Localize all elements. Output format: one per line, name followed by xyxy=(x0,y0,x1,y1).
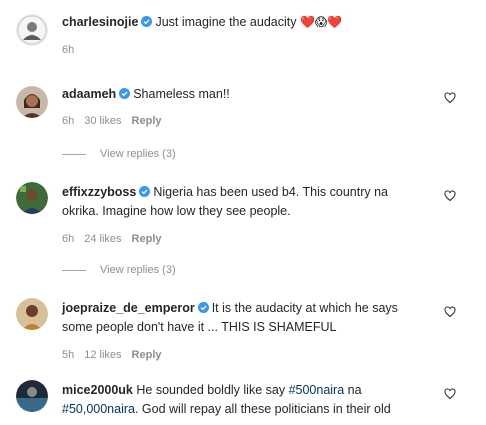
hashtag-link[interactable]: #500naira xyxy=(289,383,345,397)
comment-body: It is the audacity at which he says xyxy=(211,301,398,315)
comment-text: charlesinojie Just imagine the audacity ❤… xyxy=(62,14,342,31)
hashtag-link[interactable]: #50,000naira xyxy=(62,402,135,416)
divider-line xyxy=(62,153,86,155)
comment-body: Just imagine the audacity xyxy=(155,15,297,29)
username[interactable]: joepraize_de_emperor xyxy=(62,301,195,315)
username[interactable]: adaameh xyxy=(62,87,116,101)
timestamp[interactable]: 6h xyxy=(62,44,74,56)
view-replies-label: View replies (3) xyxy=(100,148,176,160)
avatar[interactable] xyxy=(16,86,48,118)
reply-button[interactable]: Reply xyxy=(132,115,162,127)
comment-body: He sounded boldly like say xyxy=(136,383,286,397)
verified-badge-icon xyxy=(141,16,153,27)
emoji: ❤️😱❤️ xyxy=(299,15,343,29)
comment-text: effixzzyboss Nigeria has been used b4. Th… xyxy=(62,184,388,201)
view-replies-button[interactable]: View replies (3) xyxy=(62,264,176,276)
comment-meta: 6h xyxy=(62,44,84,56)
comment-text: joepraize_de_emperor It is the audacity a… xyxy=(62,300,398,317)
view-replies-button[interactable]: View replies (3) xyxy=(62,148,176,160)
comment-body: Shameless man!! xyxy=(133,87,230,101)
likes-count[interactable]: 24 likes xyxy=(84,233,121,245)
comment-meta: 5h 12 likes Reply xyxy=(62,349,172,361)
likes-count[interactable]: 12 likes xyxy=(84,349,121,361)
like-heart-icon[interactable] xyxy=(444,306,456,318)
username[interactable]: mice2000uk xyxy=(62,383,133,397)
timestamp[interactable]: 6h xyxy=(62,233,74,245)
comment-text-line2: okrika. Imagine how low they see people. xyxy=(62,204,291,218)
comment-text: mice2000uk He sounded boldly like say #5… xyxy=(62,382,362,399)
like-heart-icon[interactable] xyxy=(444,388,456,400)
comment-text: adaameh Shameless man!! xyxy=(62,86,230,103)
verified-badge-icon xyxy=(197,302,209,313)
like-heart-icon[interactable] xyxy=(444,190,456,202)
comment-body: Nigeria has been used b4. This country n… xyxy=(153,185,388,199)
timestamp[interactable]: 5h xyxy=(62,349,74,361)
avatar[interactable] xyxy=(16,182,48,214)
reply-button[interactable]: Reply xyxy=(132,349,162,361)
verified-badge-icon xyxy=(119,88,131,99)
username[interactable]: effixzzyboss xyxy=(62,185,136,199)
username[interactable]: charlesinojie xyxy=(62,15,138,29)
like-heart-icon[interactable] xyxy=(444,92,456,104)
divider-line xyxy=(62,269,86,271)
view-replies-label: View replies (3) xyxy=(100,264,176,276)
comment-body-cont: na xyxy=(347,383,362,397)
timestamp[interactable]: 6h xyxy=(62,115,74,127)
reply-button[interactable]: Reply xyxy=(132,233,162,245)
comment-text-line2: some people don't have it ... THIS IS SH… xyxy=(62,320,337,334)
avatar[interactable] xyxy=(16,380,48,412)
avatar[interactable] xyxy=(16,14,48,46)
comment-text-line2: #50,000naira. God will repay all these p… xyxy=(62,401,391,418)
likes-count[interactable]: 30 likes xyxy=(84,115,121,127)
comment-meta: 6h 24 likes Reply xyxy=(62,233,172,245)
comment-body-cont: . God will repay all these politicians i… xyxy=(134,402,391,416)
verified-badge-icon xyxy=(139,186,151,197)
comment-meta: 6h 30 likes Reply xyxy=(62,115,172,127)
avatar[interactable] xyxy=(16,298,48,330)
